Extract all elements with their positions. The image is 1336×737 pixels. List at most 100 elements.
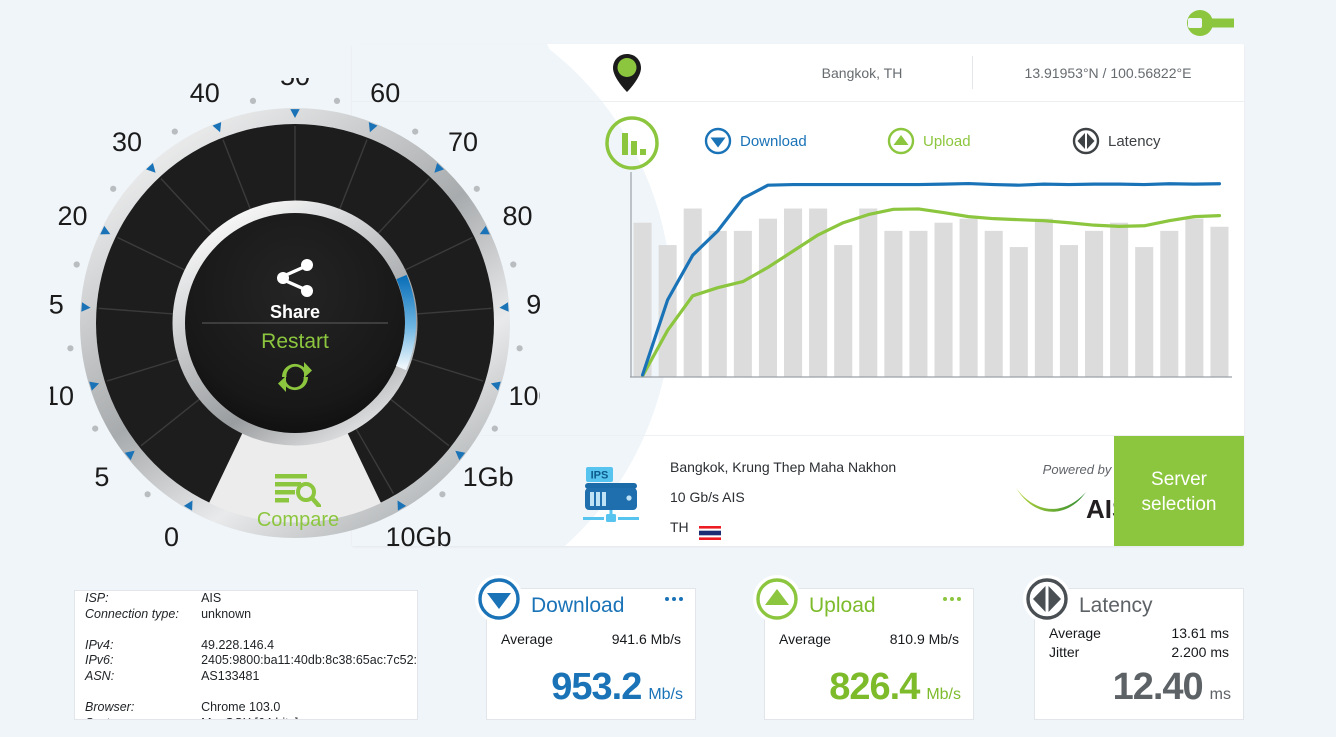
upload-value: 826.4 [829,666,919,709]
upload-unit: Mb/s [926,686,961,704]
gauge-tick-label: 10 [50,381,74,411]
chart-bar [859,209,877,377]
upload-average-label: Average [779,631,831,647]
latency-main-value-row: 12.40 ms [1035,666,1231,709]
connection-info-table: ISP:AISConnection type:unknownIPv4:49.22… [75,591,417,720]
chart-bar [985,231,1003,377]
info-value: AS133481 [201,669,417,685]
geo-city: Bangkok, TH [752,44,972,101]
chart-bar [884,231,902,377]
chart-bar [1060,245,1078,377]
info-key: ASN: [75,669,201,685]
server-icon-wrap: IPS [580,464,642,526]
chart-bar [834,245,852,377]
chart-bar [659,245,677,377]
bar-chart-icon [604,115,660,171]
info-value: 2405:9800:ba11:40db:8c38:65ac:7c52: [201,653,417,669]
upload-badge [753,575,801,623]
info-key: ISP: [75,591,201,607]
connection-info-box: ISP:AISConnection type:unknownIPv4:49.22… [74,590,418,720]
legend-item-upload[interactable]: Upload [887,127,971,155]
chart-bar [935,223,953,377]
chart-bar [1185,219,1203,377]
chart-bar [1035,219,1053,377]
upload-average-value: 810.9 Mb/s [890,631,959,647]
latency-title: Latency [1079,589,1153,623]
gauge-minor-dot [492,426,498,432]
share-button[interactable]: Share [225,233,365,323]
gauge-minor-dot [334,98,340,104]
latency-result-card: Latency Average 13.61 ms Jitter 2.200 ms… [1034,588,1244,720]
info-key: IPv4: [75,638,201,654]
info-row: Connection type:unknown [75,607,417,623]
upload-arrow-icon [887,127,915,155]
upload-arrow-icon [755,577,799,621]
gauge-tick-label: 5 [94,462,109,492]
latency-badge [1023,575,1071,623]
geo-coordinates: 13.91953°N / 100.56822°E [972,44,1244,101]
compare-label: Compare [257,509,339,532]
info-key: Browser: [75,700,201,716]
compare-search-icon [275,473,321,507]
download-arrow-icon [704,127,732,155]
chart-bar [1210,227,1228,377]
download-unit: Mb/s [648,686,683,704]
legend-label-upload: Upload [923,133,971,150]
gauge-tick-label: 20 [57,201,87,231]
thailand-flag-icon [699,520,721,534]
settings-button[interactable] [1186,10,1236,36]
download-menu-button[interactable] [665,597,683,601]
chart-type-button[interactable] [604,115,660,171]
gauge-minor-dot [67,345,73,351]
latency-average-value: 13.61 ms [1171,625,1229,641]
gauge-tick-label: 10Gb [385,522,451,552]
legend-item-download[interactable]: Download [704,127,807,155]
gauge-tick-label: 80 [502,201,532,231]
info-key: System: [75,716,201,720]
gauge-minor-dot [474,186,480,192]
upload-title: Upload [809,589,876,623]
legend-item-latency[interactable]: Latency [1072,127,1161,155]
restart-button[interactable]: Restart [225,330,365,425]
info-row: IPv6:2405:9800:ba11:40db:8c38:65ac:7c52: [75,653,417,669]
gauge-tick-label: 60 [370,78,400,108]
share-icon [273,258,317,298]
compare-button[interactable]: Compare [228,473,368,543]
download-value: 953.2 [551,666,641,709]
download-badge [475,575,523,623]
chart-bar [1010,247,1028,377]
server-country-code: TH [670,512,689,542]
latency-jitter-row: Jitter 2.200 ms [1049,644,1229,660]
latency-unit: ms [1210,686,1231,704]
info-value: unknown [201,607,417,623]
download-main-value-row: 953.2 Mb/s [487,666,683,709]
legend-label-latency: Latency [1108,133,1161,150]
chart-bar [1085,231,1103,377]
gauge-minor-dot [92,426,98,432]
info-row: ASN:AS133481 [75,669,417,685]
upload-menu-button[interactable] [943,597,961,601]
restart-label: Restart [261,330,329,354]
gauge-tick-label: 15 [50,290,64,320]
wrench-icon [1186,10,1236,36]
download-title: Download [531,589,624,623]
server-capacity: 10 Gb/s AIS [670,482,896,512]
latency-average-row: Average 13.61 ms [1049,625,1229,641]
latency-jitter-label: Jitter [1049,644,1079,660]
chart-bar [960,219,978,377]
server-selection-button[interactable]: Serverselection [1114,436,1244,546]
gauge-minor-dot [74,261,80,267]
info-row: ISP:AIS [75,591,417,607]
refresh-icon [275,358,315,396]
server-country-row: TH [670,512,896,542]
gauge-minor-dot [517,345,523,351]
share-label: Share [270,302,320,323]
info-value: MacOSX [64 bits] [201,716,417,720]
chart-bar [784,209,802,377]
speed-gauge: 05101520304050607080901001Gb10Gb Share R… [50,78,540,568]
gauge-minor-dot [172,129,178,135]
speed-chart-svg [630,172,1232,384]
gauge-tick-label: 100 [508,381,540,411]
gauge-tick-label: 40 [190,78,220,108]
gauge-minor-dot [412,129,418,135]
